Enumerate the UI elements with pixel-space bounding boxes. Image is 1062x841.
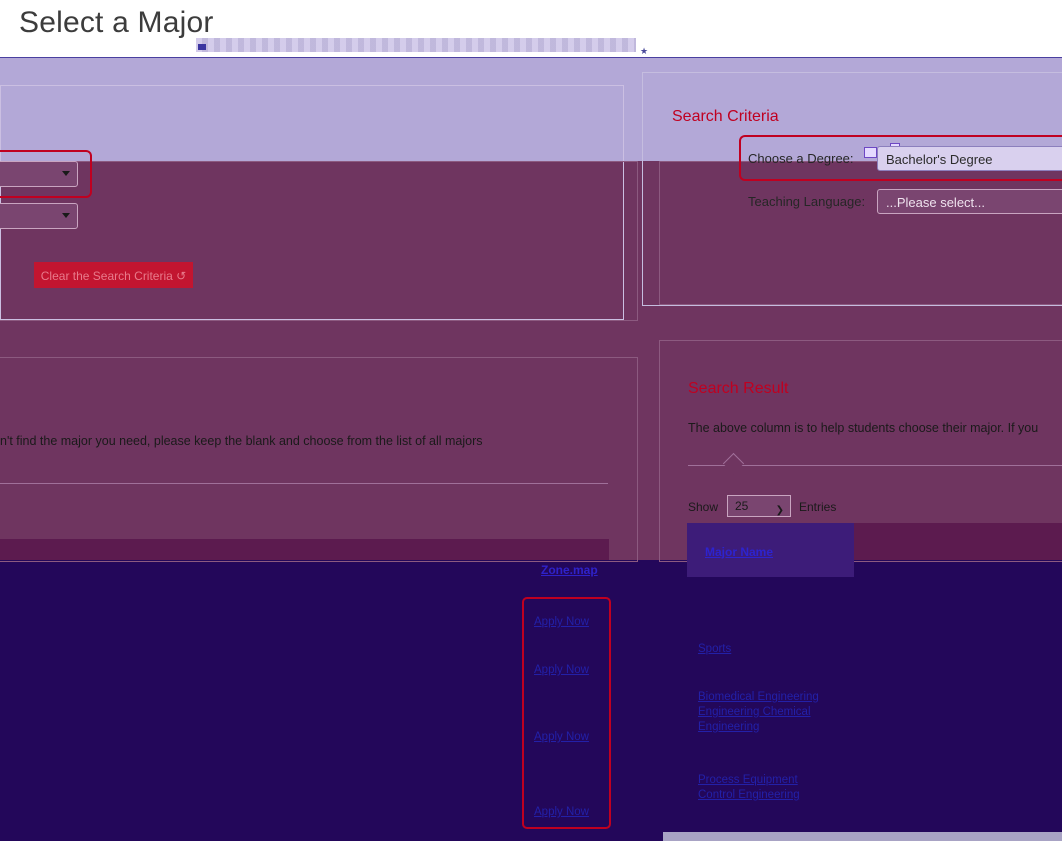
language-select-left[interactable] bbox=[0, 203, 78, 229]
entries-select[interactable]: 25 ❯ bbox=[727, 495, 791, 517]
entries-label: Entries bbox=[799, 500, 837, 514]
zone-map-link[interactable]: Zone.map bbox=[541, 563, 598, 577]
annotation-icon bbox=[864, 147, 877, 158]
collapse-icon[interactable] bbox=[198, 44, 206, 50]
left-info-text: n't find the major you need, please keep… bbox=[0, 434, 483, 448]
page-title: Select a Major bbox=[19, 6, 214, 39]
entries-value: 25 bbox=[735, 499, 749, 513]
apply-link[interactable]: Apply Now bbox=[534, 731, 589, 743]
result-info-text: The above column is to help students cho… bbox=[688, 421, 1039, 435]
dropdown-caret-icon bbox=[62, 171, 70, 176]
degree-select-left[interactable] bbox=[0, 161, 78, 187]
dropdown-caret-icon bbox=[62, 213, 70, 218]
search-criteria-heading: Search Criteria bbox=[672, 108, 779, 125]
chevron-down-icon: ❯ bbox=[775, 505, 784, 516]
right-criteria-panel-lower bbox=[659, 161, 1062, 305]
clear-search-button[interactable]: Clear the Search Criteria ↺ bbox=[34, 262, 193, 288]
left-table-header bbox=[0, 539, 609, 560]
major-link[interactable]: Process Equipment Control Engineering bbox=[698, 773, 828, 803]
horizontal-scrollbar[interactable] bbox=[663, 832, 1062, 841]
search-result-heading: Search Result bbox=[688, 380, 789, 397]
major-name-sort-header[interactable]: Major Name bbox=[705, 545, 773, 559]
left-criteria-panel-lower bbox=[0, 161, 638, 321]
teaching-language-label: Teaching Language: bbox=[748, 194, 866, 209]
apply-link[interactable]: Apply Now bbox=[534, 806, 589, 818]
tab-divider bbox=[688, 465, 1062, 466]
show-label: Show bbox=[688, 500, 719, 514]
left-result-panel bbox=[0, 357, 638, 562]
expand-icon[interactable]: ★ bbox=[640, 46, 648, 57]
choose-degree-label: Choose a Degree: bbox=[748, 151, 854, 166]
apply-link[interactable]: Apply Now bbox=[534, 664, 589, 676]
major-link[interactable]: Biomedical Engineering Engineering Chemi… bbox=[698, 690, 828, 735]
loading-strip bbox=[196, 38, 636, 52]
left-divider bbox=[0, 483, 608, 484]
apply-column-highlight bbox=[522, 597, 611, 829]
teaching-language-select[interactable]: ...Please select... bbox=[877, 189, 1062, 214]
major-link[interactable]: Sports bbox=[698, 642, 828, 657]
apply-link[interactable]: Apply Now bbox=[534, 616, 589, 628]
degree-select[interactable]: Bachelor's Degree bbox=[877, 146, 1062, 171]
